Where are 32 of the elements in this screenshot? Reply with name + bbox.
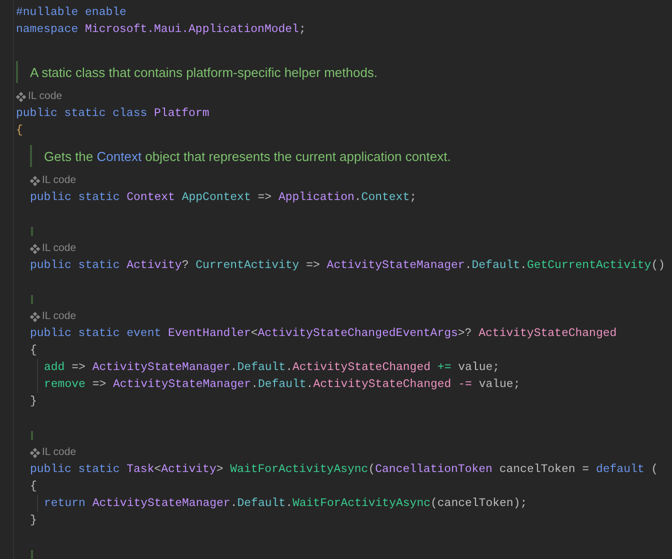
il-code-link[interactable]: IL code xyxy=(42,311,76,322)
code-line: add => ActivityStateManager.Default.ActivityStateChanged += value; xyxy=(44,360,500,376)
doc-comment: A static class that contains platform-specific helper methods. xyxy=(30,66,378,78)
code-line: public static event EventHandler<ActivityStateChangedEventArgs>? ActivityStateChanged xyxy=(30,326,617,342)
il-code-link[interactable]: IL code xyxy=(42,243,76,254)
code-line: } xyxy=(30,394,37,410)
il-code-link[interactable]: IL code xyxy=(28,91,62,102)
diamond-grid-icon xyxy=(30,244,40,254)
doc-marker xyxy=(31,431,33,440)
code-line: } xyxy=(30,513,37,529)
code-line: return ActivityStateManager.Default.WaitForActivityAsync(cancelToken); xyxy=(44,496,528,512)
code-line: public static Task<Activity> WaitForActivityAsync(CancellationToken cancelToken = default ( xyxy=(30,462,658,478)
doc-marker xyxy=(31,227,33,236)
code-line: { xyxy=(16,123,23,139)
doc-marker xyxy=(31,295,33,304)
diamond-grid-icon xyxy=(30,312,40,322)
link[interactable]: Context xyxy=(96,148,142,164)
doc-marker xyxy=(31,550,33,559)
diamond-grid-icon xyxy=(30,176,40,186)
diamond-grid-icon xyxy=(30,448,40,458)
code-line: { xyxy=(30,479,37,495)
doc-comment: Gets the Context object that represents the current application context. xyxy=(44,150,451,162)
code-line: public static class Platform xyxy=(16,106,210,122)
code-line: namespace Microsoft.Maui.ApplicationModel; xyxy=(16,22,306,38)
code-line: public static Context AppContext => Application.Context; xyxy=(30,190,417,206)
diamond-grid-icon xyxy=(16,92,26,102)
code-line: #nullable enable xyxy=(16,5,126,21)
code-line: remove => ActivityStateManager.Default.ActivityStateChanged -= value; xyxy=(44,377,520,393)
code-line: public static Activity? CurrentActivity => ActivityStateManager.Default.GetCurrentActivity() xyxy=(30,258,665,274)
code-line: { xyxy=(30,343,37,359)
il-code-link[interactable]: IL code xyxy=(42,175,76,186)
il-code-link[interactable]: IL code xyxy=(42,447,76,458)
